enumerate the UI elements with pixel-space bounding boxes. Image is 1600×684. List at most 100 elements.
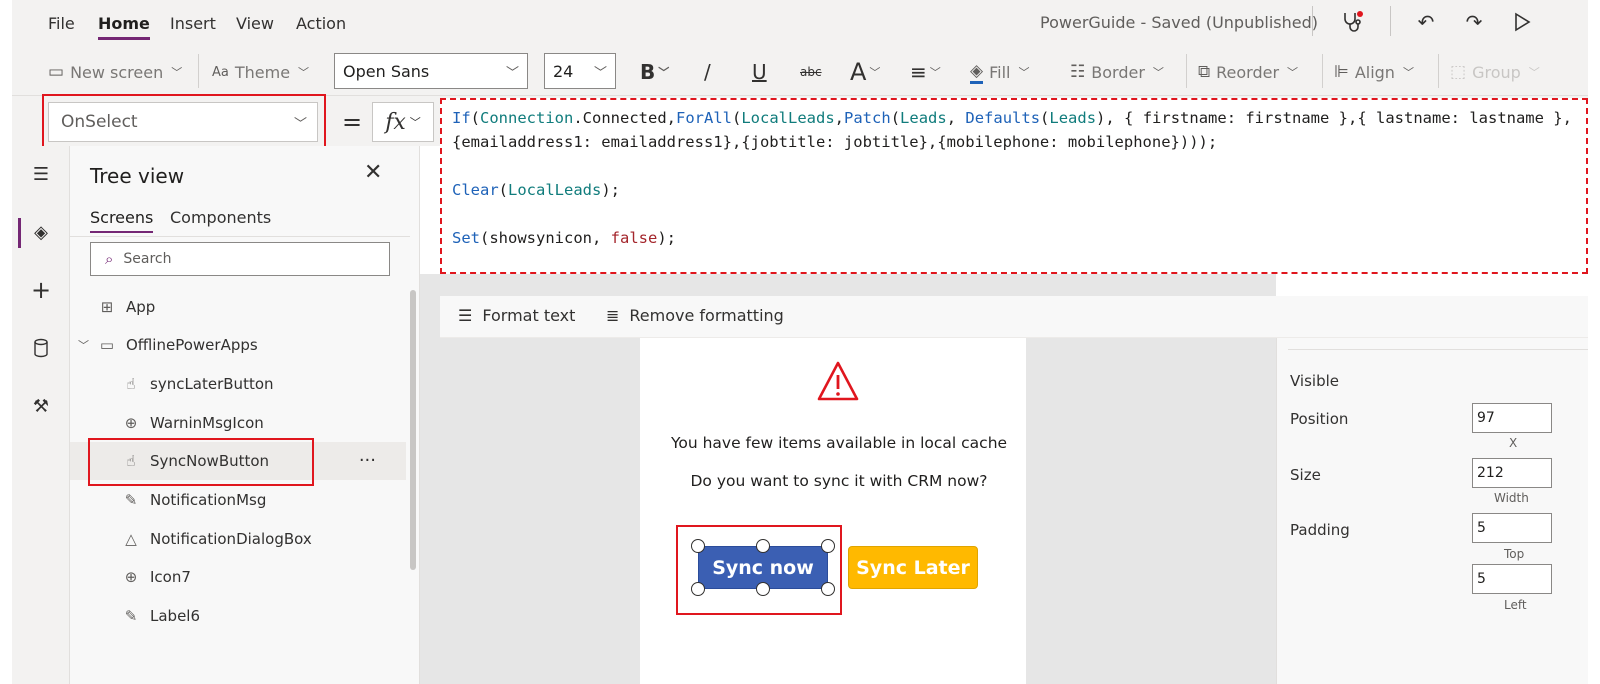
formula-token: , xyxy=(834,109,845,127)
tree-node-highlight xyxy=(88,438,314,486)
tree-scrollbar[interactable] xyxy=(410,290,416,570)
formula-token: ForAll xyxy=(676,109,732,127)
chevron-down-icon: ﹀ xyxy=(505,66,519,81)
label-icon: ✎ xyxy=(124,491,138,509)
warning-icon[interactable] xyxy=(816,360,860,404)
menu-view[interactable]: View xyxy=(236,14,274,33)
undo-icon[interactable]: ↶ xyxy=(1414,10,1438,34)
powerapps-studio: File Home Insert View Action PowerGuide … xyxy=(12,0,1588,684)
resize-handle[interactable] xyxy=(821,539,835,553)
insert-plus-icon[interactable]: + xyxy=(29,276,53,304)
icons-icon: ⊕ xyxy=(124,568,138,586)
formula-token: Defaults xyxy=(965,109,1041,127)
label-icon: ✎ xyxy=(124,607,138,625)
tree-node[interactable]: ☝ syncLaterButton xyxy=(70,365,406,403)
advanced-tools-icon[interactable]: ⚒ xyxy=(29,394,53,418)
underline-button[interactable]: U xyxy=(752,58,767,86)
formula-line-1: If(Connection.Connected,ForAll(LocalLead… xyxy=(452,106,1576,154)
font-size-select[interactable]: 24 ﹀ xyxy=(544,53,616,89)
formula-token: LocalLeads xyxy=(508,181,602,199)
formula-line-2: Clear(LocalLeads); xyxy=(452,178,1576,202)
align-button[interactable]: ⊫ Align ﹀ xyxy=(1334,58,1414,86)
chevron-down-icon: ﹀ xyxy=(929,66,941,79)
formula-token: ( xyxy=(732,109,742,127)
hamburger-menu-icon[interactable]: ☰ xyxy=(29,162,53,186)
close-icon[interactable]: ✕ xyxy=(364,160,382,185)
fx-button[interactable]: fx ﹀ xyxy=(372,102,434,142)
menu-action[interactable]: Action xyxy=(296,14,346,33)
group-button[interactable]: ⬚ Group ﹀ xyxy=(1450,58,1540,86)
chevron-down-icon: ﹀ xyxy=(1287,66,1299,79)
theme-button[interactable]: Aa Theme ﹀ xyxy=(212,58,309,86)
position-label: Position xyxy=(1290,410,1349,428)
app-checker-icon[interactable] xyxy=(1340,10,1364,34)
formula-token: ( xyxy=(498,181,509,199)
resize-handle[interactable] xyxy=(756,539,770,553)
search-icon: ⌕ xyxy=(105,250,114,268)
tree-node[interactable]: ✎ Label6 xyxy=(70,597,406,635)
tree-node[interactable]: ⊕ WarninMsgIcon xyxy=(70,404,406,442)
font-family-select[interactable]: Open Sans ﹀ xyxy=(334,53,528,89)
chevron-down-icon: ﹀ xyxy=(1018,66,1030,79)
formula-token: ( xyxy=(1040,109,1050,127)
formula-token: ); xyxy=(601,181,621,199)
group-icon: ⬚ xyxy=(1450,62,1467,82)
formula-token: false xyxy=(610,229,658,247)
app-title: PowerGuide - Saved (Unpublished) xyxy=(1040,13,1318,32)
tree-node[interactable]: ⊕ Icon7 xyxy=(70,558,406,596)
strikethrough-button[interactable]: abc xyxy=(800,58,822,86)
tab-screens[interactable]: Screens xyxy=(90,208,154,233)
menu-insert[interactable]: Insert xyxy=(170,14,216,33)
redo-icon[interactable]: ↷ xyxy=(1462,10,1486,34)
chevron-down-icon[interactable]: ﹀ xyxy=(78,337,96,353)
formula-token: Patch xyxy=(844,109,891,127)
resize-handle[interactable] xyxy=(756,582,770,596)
position-x-input[interactable]: 97 xyxy=(1472,403,1552,433)
padding-left-input[interactable]: 5 xyxy=(1472,564,1552,594)
tree-node[interactable]: △ NotificationDialogBox xyxy=(70,520,406,558)
tree-node-label: Icon7 xyxy=(150,568,191,586)
new-screen-button[interactable]: ▭ New screen ﹀ xyxy=(48,58,182,86)
border-button[interactable]: ☷ Border ﹀ xyxy=(1070,58,1164,86)
padding-top-input[interactable]: 5 xyxy=(1472,513,1552,543)
notification-message-2: Do you want to sync it with CRM now? xyxy=(690,472,988,490)
remove-formatting-button[interactable]: ≣ Remove formatting xyxy=(606,306,784,325)
formula-token: Clear xyxy=(452,181,499,199)
formula-token: Leads xyxy=(900,109,947,127)
tree-view-layers-icon[interactable]: ◈ xyxy=(29,220,53,244)
icons-icon: ⊕ xyxy=(124,414,138,432)
format-text-button[interactable]: ☰ Format text xyxy=(458,306,575,325)
resize-handle[interactable] xyxy=(821,582,835,596)
text-align-button[interactable]: ≡ ﹀ xyxy=(910,58,941,86)
formula-editor[interactable]: If(Connection.Connected,ForAll(LocalLead… xyxy=(440,98,1588,274)
tree-search-input[interactable]: ⌕ Search xyxy=(90,242,390,276)
tree-node-label: NotificationMsg xyxy=(150,491,267,509)
resize-handle[interactable] xyxy=(691,539,705,553)
formula-token: (showsynicon, xyxy=(480,229,611,247)
menu-home[interactable]: Home xyxy=(98,14,150,40)
tree-node[interactable]: ﹀ ▭ OfflinePowerApps xyxy=(70,326,406,364)
font-color-button[interactable]: A ﹀ xyxy=(850,58,880,86)
theme-icon: Aa xyxy=(212,64,229,80)
equals-sign: = xyxy=(342,108,363,136)
bold-button[interactable]: B ﹀ xyxy=(640,58,669,86)
menu-file[interactable]: File xyxy=(48,14,75,33)
resize-handle[interactable] xyxy=(691,582,705,596)
sync-later-button[interactable]: Sync Later xyxy=(848,546,978,589)
align-text-icon: ≡ xyxy=(910,60,927,84)
chevron-down-icon: ﹀ xyxy=(171,66,183,79)
tree-node[interactable]: ⊞ App xyxy=(70,288,406,326)
fill-button[interactable]: ◈ Fill ﹀ xyxy=(970,58,1029,86)
tab-components[interactable]: Components xyxy=(170,208,271,227)
chevron-down-icon: ﹀ xyxy=(1152,66,1164,79)
italic-button[interactable]: / xyxy=(704,58,711,86)
size-width-input[interactable]: 212 xyxy=(1472,458,1552,488)
tree-node[interactable]: ✎ NotificationMsg xyxy=(70,481,406,519)
play-icon[interactable] xyxy=(1510,10,1534,34)
reorder-button[interactable]: ⧉ Reorder ﹀ xyxy=(1198,58,1298,86)
tree-view-panel: Tree view ✕ Screens Components ⌕ Search … xyxy=(70,146,420,684)
chevron-down-icon: ﹀ xyxy=(869,66,881,79)
more-options-icon[interactable]: ··· xyxy=(359,450,376,471)
data-cylinder-icon[interactable] xyxy=(29,336,53,360)
chevron-down-icon: ﹀ xyxy=(658,66,670,79)
